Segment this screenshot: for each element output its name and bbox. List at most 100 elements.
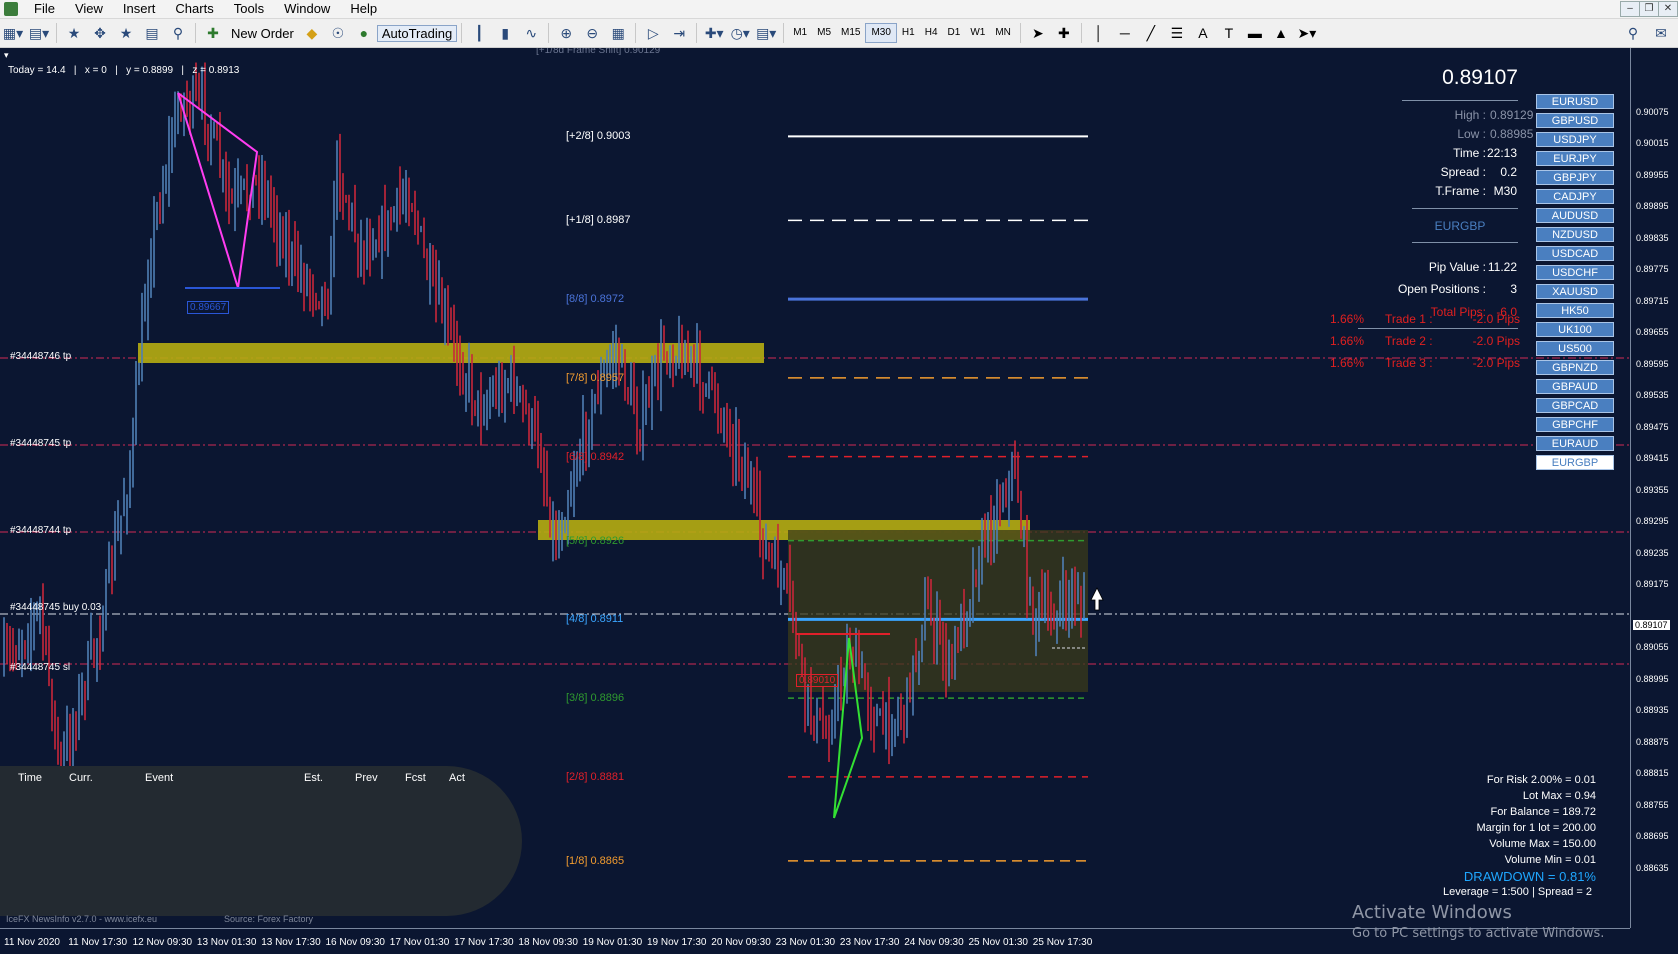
readout-z: z = 0.8913	[192, 65, 240, 76]
low-label: Low :	[1457, 127, 1486, 141]
tester-icon[interactable]: ⚲	[167, 22, 189, 44]
symbol-button-gbpusd[interactable]: GBPUSD	[1536, 113, 1614, 128]
templates-icon[interactable]: ▤▾	[755, 22, 777, 44]
zoom-out-icon[interactable]: ⊖	[581, 22, 603, 44]
symbol-button-audusd[interactable]: AUDUSD	[1536, 208, 1614, 223]
bar-chart-icon[interactable]: ┃	[468, 22, 490, 44]
profiles-icon[interactable]: ▤▾	[28, 22, 50, 44]
symbol-button-usdjpy[interactable]: USDJPY	[1536, 132, 1614, 147]
line-chart-icon[interactable]: ∿	[520, 22, 542, 44]
symbol-button-eurusd[interactable]: EURUSD	[1536, 94, 1614, 109]
new-chart-icon[interactable]: ▦▾	[2, 22, 24, 44]
periods-icon[interactable]: ◷▾	[729, 22, 751, 44]
symbol-button-gbpcad[interactable]: GBPCAD	[1536, 398, 1614, 413]
order-label-sl[interactable]: #34448745 sl	[10, 662, 70, 673]
symbol-button-us500[interactable]: US500	[1536, 341, 1614, 356]
close-icon[interactable]: ✕	[1658, 1, 1678, 17]
time-value: 22:13	[1486, 146, 1517, 160]
market-icon[interactable]: ●	[353, 22, 375, 44]
price-axis[interactable]: 0.90075 0.90015 0.89955 0.89895 0.89835 0.897…	[1630, 48, 1678, 928]
timeframe-d1[interactable]: D1	[943, 24, 966, 42]
timeframe-mn[interactable]: MN	[990, 24, 1016, 42]
signals-icon[interactable]: ☉	[327, 22, 349, 44]
symbol-button-eurjpy[interactable]: EURJPY	[1536, 151, 1614, 166]
symbol-button-gbpjpy[interactable]: GBPJPY	[1536, 170, 1614, 185]
symbol-button-gbpaud[interactable]: GBPAUD	[1536, 379, 1614, 394]
cursor-icon[interactable]: ➤	[1027, 22, 1049, 44]
symbol-button-eurgbp[interactable]: EURGBP	[1536, 455, 1614, 470]
price-tick-19: 0.88875	[1636, 736, 1669, 747]
tile-windows-icon[interactable]: ▦	[607, 22, 629, 44]
chat-icon[interactable]: ✉	[1650, 22, 1672, 44]
candle-chart-icon[interactable]: ▮	[494, 22, 516, 44]
high-label: High :	[1454, 108, 1486, 122]
text-label-icon[interactable]: T	[1218, 22, 1240, 44]
toolbar-separator	[1019, 23, 1021, 43]
symbol-button-xauusd[interactable]: XAUUSD	[1536, 284, 1614, 299]
indicators-icon[interactable]: ✚▾	[703, 22, 725, 44]
menu-view[interactable]: View	[65, 0, 113, 18]
timeframe-m15[interactable]: M15	[836, 24, 865, 42]
timeframe-m1[interactable]: M1	[788, 24, 812, 42]
market-watch-icon[interactable]: ★	[63, 22, 85, 44]
order-label-tp-1[interactable]: #34448746 tp	[10, 351, 71, 362]
toolbar-separator	[783, 23, 785, 43]
timeframe-m5[interactable]: M5	[812, 24, 836, 42]
chart-dropdown-icon[interactable]: ▾	[4, 50, 9, 61]
horizontal-line-icon[interactable]: ─	[1114, 22, 1136, 44]
minimize-icon[interactable]: –	[1620, 1, 1640, 17]
menu-help[interactable]: Help	[340, 0, 387, 18]
menu-tools[interactable]: Tools	[224, 0, 274, 18]
restore-icon[interactable]: ❐	[1639, 1, 1659, 17]
symbol-button-gbpchf[interactable]: GBPCHF	[1536, 417, 1614, 432]
menu-insert[interactable]: Insert	[113, 0, 166, 18]
symbol-button-cadjpy[interactable]: CADJPY	[1536, 189, 1614, 204]
triangle-icon[interactable]: ▲	[1270, 22, 1292, 44]
order-label-tp-2[interactable]: #34448745 tp	[10, 438, 71, 449]
menu-charts[interactable]: Charts	[165, 0, 223, 18]
red-price-box: 0.89010	[796, 674, 839, 687]
news-header-actual: Act	[449, 772, 465, 784]
order-label-tp-3[interactable]: #34448744 tp	[10, 525, 71, 536]
autotrading-button[interactable]: AutoTrading	[376, 24, 458, 42]
symbol-button-uk100[interactable]: UK100	[1536, 322, 1614, 337]
menu-window[interactable]: Window	[274, 0, 340, 18]
autoscroll-icon[interactable]: ▷	[642, 22, 664, 44]
chart-shift-icon[interactable]: ⇥	[668, 22, 690, 44]
timeframe-w1[interactable]: W1	[965, 24, 990, 42]
murrey-label-9: [1/8] 0.8865	[566, 854, 625, 867]
murrey-label-7: [3/8] 0.8896	[566, 692, 625, 705]
navigator-icon[interactable]: ★	[115, 22, 137, 44]
price-tick-1: 0.90015	[1636, 138, 1669, 149]
rectangle-icon[interactable]: ▬	[1244, 22, 1266, 44]
symbol-button-euraud[interactable]: EURAUD	[1536, 436, 1614, 451]
toolbar: ▦▾ ▤▾ ★ ✥ ★ ▤ ⚲ ✚ New Order ◆ ☉ ● AutoTr…	[0, 19, 1678, 48]
timeframe-m30[interactable]: M30	[865, 23, 897, 43]
symbol-button-usdcad[interactable]: USDCAD	[1536, 246, 1614, 261]
price-chart[interactable]: ▾ Today = 14.4 | x = 0 | y = 0.8899 | z …	[0, 48, 1678, 954]
vertical-line-icon[interactable]: │	[1088, 22, 1110, 44]
symbol-button-gbpnzd[interactable]: GBPNZD	[1536, 360, 1614, 375]
time-tick-4: 13 Nov 17:30	[261, 937, 321, 948]
symbol-button-nzdusd[interactable]: NZDUSD	[1536, 227, 1614, 242]
channel-icon[interactable]: ☰	[1166, 22, 1188, 44]
crosshair-icon[interactable]: ✚	[1053, 22, 1075, 44]
symbol-button-hk50[interactable]: HK50	[1536, 303, 1614, 318]
price-tick-18: 0.88935	[1636, 705, 1669, 716]
arrows-icon[interactable]: ➤▾	[1296, 22, 1318, 44]
current-price-tag: 0.89107	[1633, 620, 1670, 630]
zoom-in-icon[interactable]: ⊕	[555, 22, 577, 44]
new-order-icon[interactable]: ✚	[202, 22, 224, 44]
new-order-button[interactable]: New Order	[226, 25, 299, 42]
metaeditor-icon[interactable]: ◆	[301, 22, 323, 44]
order-label-buy[interactable]: #34448745 buy 0.03	[10, 602, 101, 613]
symbol-button-usdchf[interactable]: USDCHF	[1536, 265, 1614, 280]
terminal-icon[interactable]: ▤	[141, 22, 163, 44]
search-icon[interactable]: ⚲	[1622, 22, 1644, 44]
text-icon[interactable]: A	[1192, 22, 1214, 44]
crosshair-target-icon[interactable]: ✥	[89, 22, 111, 44]
timeframe-h1[interactable]: H1	[897, 24, 920, 42]
trendline-icon[interactable]: ╱	[1140, 22, 1162, 44]
timeframe-h4[interactable]: H4	[920, 24, 943, 42]
menu-file[interactable]: File	[24, 0, 65, 18]
